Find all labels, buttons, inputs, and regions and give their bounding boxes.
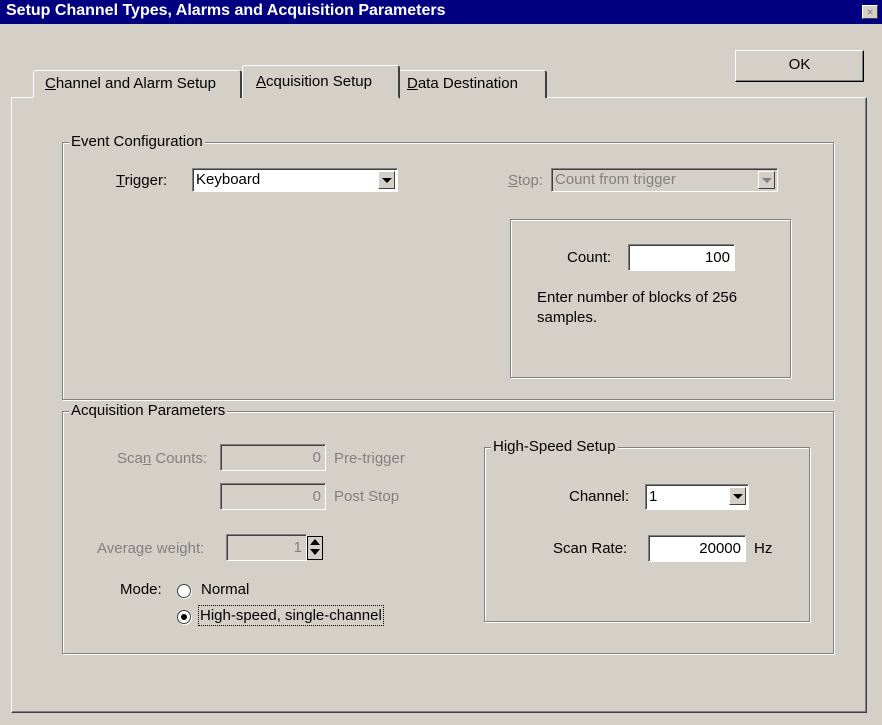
post-stop-label: Post Stop [334,488,400,505]
spin-up-icon[interactable] [310,539,320,545]
average-weight-value: 1 [293,539,302,556]
tab-label: ata Destination [417,75,518,92]
chevron-down-icon[interactable] [378,171,395,189]
title-bar: Setup Channel Types, Alarms and Acquisit… [0,0,882,24]
ok-button[interactable]: OK [735,50,864,82]
scan-rate-unit: Hz [754,540,773,557]
channel-select[interactable]: 1 [645,484,749,510]
pre-trigger-value: 0 [312,449,321,466]
average-weight-label: Average weight: [97,540,205,557]
count-value: 100 [704,249,730,266]
average-weight-spinner[interactable] [307,536,323,560]
mode-normal-label: Normal [201,581,250,598]
scan-rate-input[interactable]: 20000 [648,535,746,562]
post-stop-value: 0 [312,488,321,505]
trigger-value: Keyboard [196,171,261,188]
count-help-line-1: Enter number of blocks of 256 [537,289,738,306]
tab-label: cquisition Setup [266,73,372,90]
tab-accel: A [256,73,267,90]
trigger-select[interactable]: Keyboard [192,168,398,192]
close-icon: × [866,5,874,19]
scan-counts-label: Scan Counts: [117,450,208,467]
mode-normal-radio[interactable] [177,584,191,598]
close-button[interactable]: × [862,5,878,19]
channel-label: Channel: [569,488,630,505]
average-weight-input[interactable]: 1 [226,534,307,561]
scan-rate-value: 20000 [699,540,741,557]
mode-label: Mode: [120,581,162,598]
window-title: Setup Channel Types, Alarms and Acquisit… [6,2,446,19]
trigger-label: Trigger: [116,172,168,189]
mode-highspeed-radio[interactable] [177,610,191,624]
tab-acquisition-setup[interactable]: Acquisition Setup [242,65,400,99]
spin-down-icon[interactable] [310,549,320,555]
tab-channel-alarm-setup[interactable]: Channel and Alarm Setup [33,70,242,98]
stop-select[interactable]: Count from trigger [551,168,778,192]
tab-data-destination[interactable]: Data Destination [398,70,547,98]
channel-value: 1 [649,488,658,505]
tab-accel: D [407,75,418,92]
tab-accel: C [45,75,56,92]
count-input[interactable]: 100 [628,244,735,271]
high-speed-setup-group: High-Speed Setup [484,438,810,622]
count-help-line-2: samples. [537,309,598,326]
chevron-down-icon[interactable] [758,171,775,189]
mode-highspeed-label: High-speed, single-channel [198,605,384,626]
post-stop-input[interactable]: 0 [220,483,326,510]
event-configuration-title: Event Configuration [69,133,205,150]
ok-button-label: OK [788,56,811,73]
scan-rate-label: Scan Rate: [553,540,628,557]
count-label: Count: [567,249,612,266]
tab-label: hannel and Alarm Setup [55,75,216,92]
chevron-down-icon[interactable] [729,487,746,505]
pre-trigger-input[interactable]: 0 [220,444,326,471]
high-speed-setup-title: High-Speed Setup [491,438,618,455]
stop-label: Stop: [508,172,544,189]
acquisition-parameters-title: Acquisition Parameters [69,402,228,419]
stop-value: Count from trigger [555,171,676,188]
pre-trigger-label: Pre-trigger [334,450,405,467]
